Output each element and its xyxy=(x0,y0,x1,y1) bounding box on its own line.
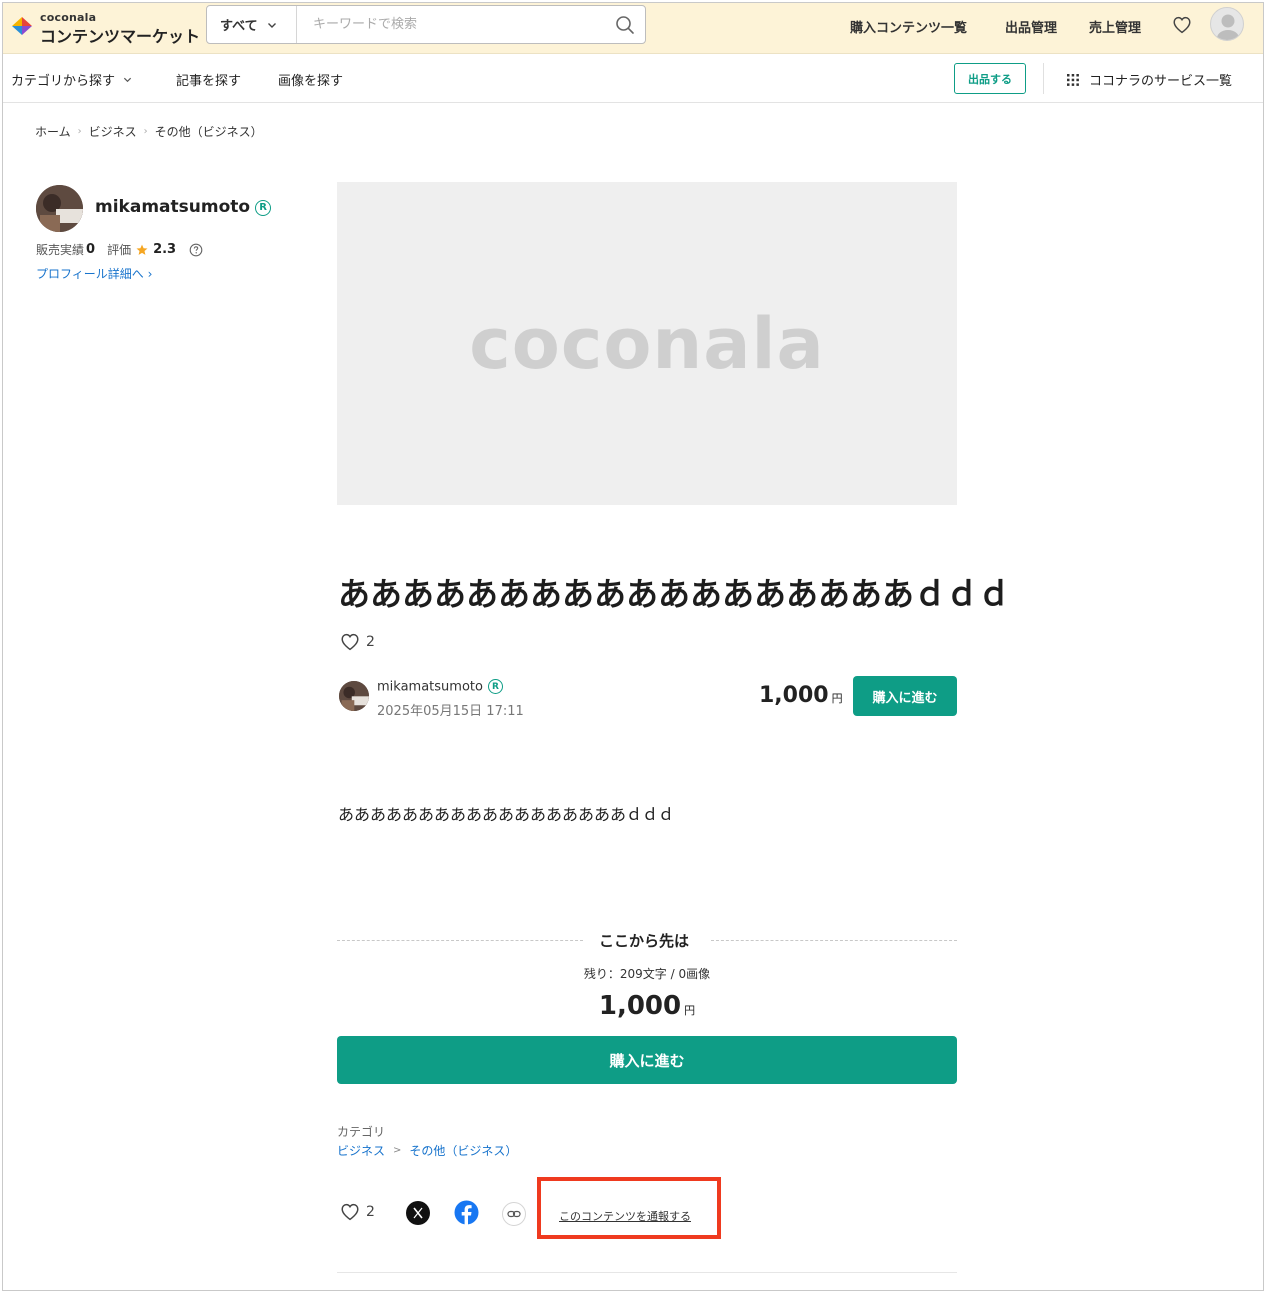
category-link-business[interactable]: ビジネス xyxy=(337,1142,385,1159)
grid-menu-icon xyxy=(1067,73,1079,86)
price-top: 1,000 円 xyxy=(759,683,843,708)
sell-button[interactable]: 出品する xyxy=(954,63,1026,94)
subnav-divider xyxy=(1043,63,1044,94)
breadcrumb-home[interactable]: ホーム xyxy=(35,123,71,140)
like-button-top[interactable]: 2 xyxy=(339,631,375,653)
user-silhouette-icon xyxy=(1217,14,1239,40)
like-count: 2 xyxy=(366,634,375,650)
sales-value: 0 xyxy=(86,242,96,257)
search-icon[interactable] xyxy=(615,15,635,35)
remaining-info: 残り：209文字 / 0画像 xyxy=(583,967,711,981)
help-circle-icon[interactable] xyxy=(189,243,203,257)
registered-badge-icon: R xyxy=(487,679,503,694)
buy-button-main[interactable]: 購入に進む xyxy=(337,1036,957,1084)
price-unit: 円 xyxy=(831,692,843,705)
x-share-icon[interactable] xyxy=(406,1201,430,1225)
content-body: ああああああああああああああああああｄｄｄ xyxy=(338,805,675,824)
facebook-logo-icon xyxy=(454,1200,479,1225)
paywall-divider-left xyxy=(337,940,583,941)
paywall-price-unit: 円 xyxy=(684,1004,696,1017)
coconala-logo-icon xyxy=(12,17,32,35)
nav-listing-management[interactable]: 出品管理 xyxy=(1005,17,1057,36)
logo-main-text: コンテンツマーケット xyxy=(40,27,201,46)
author-photo xyxy=(339,681,369,711)
breadcrumb-business[interactable]: ビジネス xyxy=(89,123,137,140)
services-list-label: ココナラのサービス一覧 xyxy=(1089,74,1233,89)
search-category-select[interactable]: すべて xyxy=(207,6,297,43)
sub-navigation: カテゴリから探す 記事を探す 画像を探す 出品する ココナラのサービス一覧 xyxy=(3,54,1263,103)
registered-badge-icon: R xyxy=(255,199,272,216)
paywall-price: 1,000 円 xyxy=(337,991,957,1021)
profile-name[interactable]: mikamatsumoto R xyxy=(95,197,272,217)
breadcrumb-current: その他（ビジネス） xyxy=(154,125,263,139)
content-thumbnail: coconala xyxy=(337,182,957,505)
buy-button-top[interactable]: 購入に進む xyxy=(853,676,957,716)
nav-browse-articles[interactable]: 記事を探す xyxy=(176,70,241,89)
breadcrumb: ホーム › ビジネス › その他（ビジネス） xyxy=(35,123,263,140)
chevron-down-icon xyxy=(123,77,132,83)
like-count-bottom: 2 xyxy=(366,1204,375,1220)
category-links: ビジネス > その他（ビジネス） xyxy=(337,1142,517,1159)
favorites-heart-icon[interactable] xyxy=(1171,14,1193,36)
rating-label: 評価 xyxy=(107,243,132,257)
author-name[interactable]: mikamatsumoto R xyxy=(377,679,503,695)
paywall-title: ここから先は xyxy=(599,932,690,950)
chain-link-icon xyxy=(507,1210,521,1218)
user-avatar[interactable] xyxy=(1210,7,1244,41)
breadcrumb-separator-icon: › xyxy=(143,126,148,137)
bottom-divider xyxy=(337,1272,957,1273)
search-category-label: すべて xyxy=(220,19,258,34)
nav-browse-categories-label: カテゴリから探す xyxy=(11,74,116,89)
facebook-share-icon[interactable] xyxy=(454,1200,479,1225)
profile-avatar[interactable] xyxy=(36,185,83,232)
author-name-text: mikamatsumoto xyxy=(377,679,483,695)
paywall-price-value: 1,000 xyxy=(598,991,682,1021)
content-title: ああああああああああああああああああｄｄｄ xyxy=(338,575,1011,613)
nav-browse-images[interactable]: 画像を探す xyxy=(278,70,343,89)
thumbnail-logo-text: coconala xyxy=(469,302,825,385)
profile-stats: 販売実績 0 評価 2.3 xyxy=(36,241,203,258)
copy-link-icon[interactable] xyxy=(502,1202,526,1226)
page-frame: coconala コンテンツマーケット すべて 購入コンテンツ一覧 出品管理 売… xyxy=(2,2,1264,1291)
category-separator: > xyxy=(393,1145,402,1156)
profile-name-text: mikamatsumoto xyxy=(95,197,251,217)
top-header: coconala コンテンツマーケット すべて 購入コンテンツ一覧 出品管理 売… xyxy=(3,3,1263,54)
services-list-link[interactable]: ココナラのサービス一覧 xyxy=(1067,70,1232,89)
heart-icon xyxy=(341,1203,359,1221)
search-input[interactable] xyxy=(299,6,599,43)
author-avatar[interactable] xyxy=(339,681,369,711)
nav-purchased-contents[interactable]: 購入コンテンツ一覧 xyxy=(850,17,967,36)
price-value: 1,000 xyxy=(759,683,829,708)
search-bar: すべて xyxy=(206,5,646,44)
profile-photo xyxy=(36,185,83,232)
site-logo[interactable]: coconala コンテンツマーケット xyxy=(10,9,200,47)
nav-browse-categories[interactable]: カテゴリから探す xyxy=(11,70,132,89)
heart-icon xyxy=(341,633,359,651)
rating-value: 2.3 xyxy=(153,242,177,257)
like-button-bottom[interactable]: 2 xyxy=(339,1201,375,1223)
publish-date: 2025年05月15日 17:11 xyxy=(377,704,524,719)
breadcrumb-separator-icon: › xyxy=(77,126,82,137)
chevron-down-icon xyxy=(267,22,276,28)
star-icon xyxy=(136,244,148,255)
nav-sales-management[interactable]: 売上管理 xyxy=(1089,17,1141,36)
x-logo-icon xyxy=(413,1207,423,1219)
report-content-link[interactable]: このコンテンツを通報する xyxy=(559,1208,691,1224)
paywall-divider-right xyxy=(711,940,957,941)
sales-label: 販売実績 xyxy=(36,243,85,257)
category-label: カテゴリ xyxy=(337,1125,386,1139)
category-link-other[interactable]: その他（ビジネス） xyxy=(409,1142,517,1159)
profile-detail-link[interactable]: プロフィール詳細へ › xyxy=(36,265,152,282)
